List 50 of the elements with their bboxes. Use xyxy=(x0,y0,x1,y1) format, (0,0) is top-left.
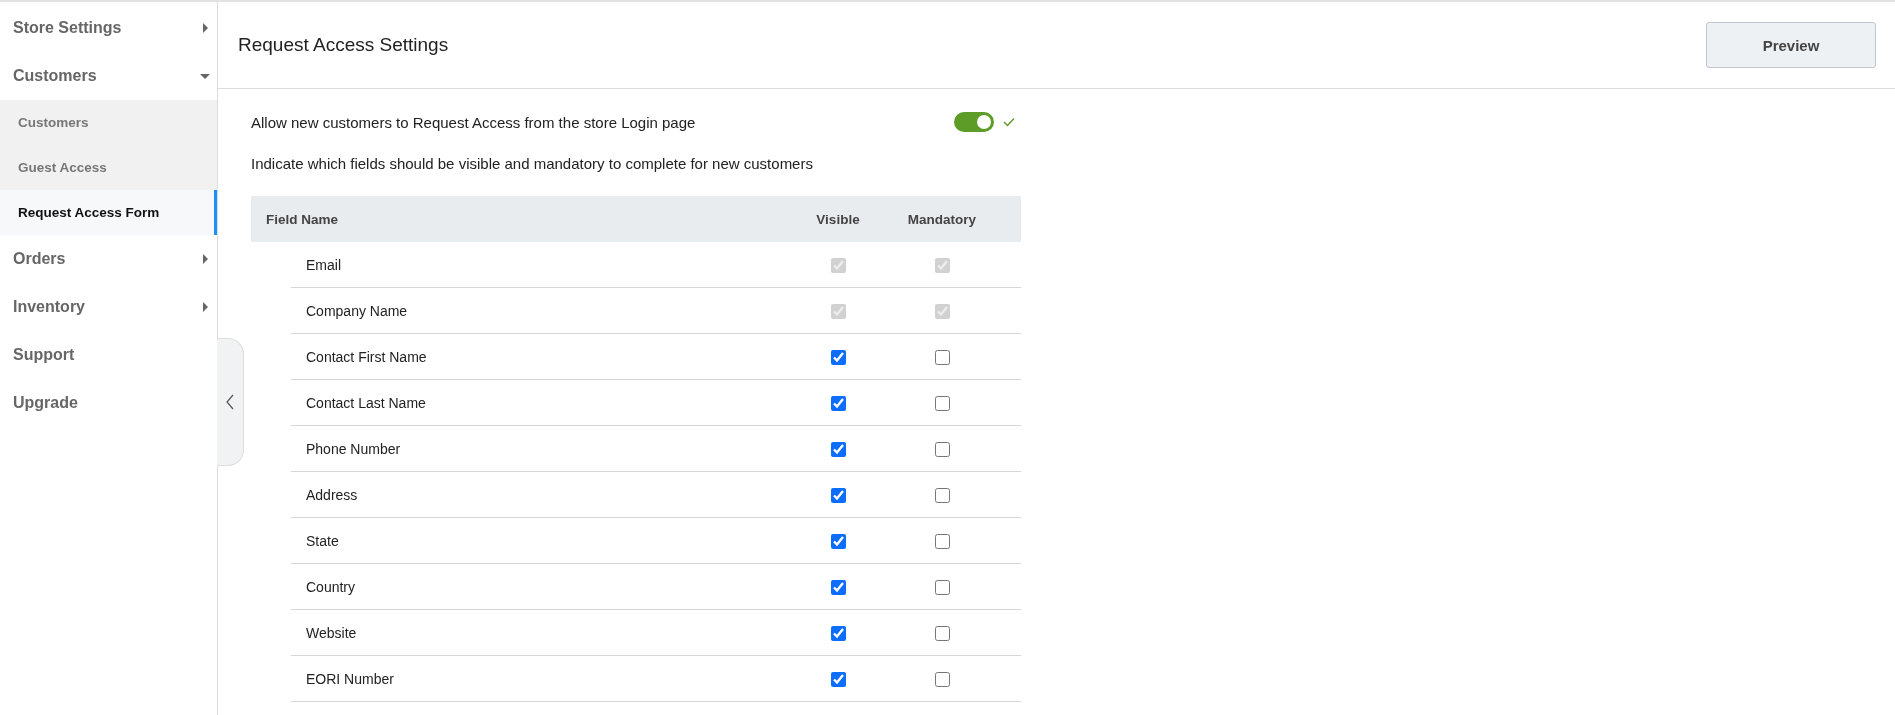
field-name: EORI Number xyxy=(305,670,395,687)
caret-icon xyxy=(200,23,210,33)
sidebar-item[interactable]: Store Settings xyxy=(0,4,217,52)
field-name: Website xyxy=(305,624,358,641)
collapse-handle[interactable] xyxy=(217,338,244,466)
sidebar-subitem[interactable]: Customers xyxy=(0,100,217,145)
field-name: Address xyxy=(305,486,359,503)
column-header: Mandatory xyxy=(906,211,978,227)
mandatory-checkbox[interactable] xyxy=(934,441,950,457)
field-name: Contact First Name xyxy=(305,348,428,365)
field-name: State xyxy=(305,532,340,549)
sidebar-subitem[interactable]: Request Access Form xyxy=(0,190,217,235)
mandatory-checkbox[interactable] xyxy=(934,625,950,641)
field-name: Email xyxy=(305,256,342,273)
field-name: Phone Number xyxy=(305,440,402,457)
visible-checkbox[interactable] xyxy=(830,579,846,595)
caret-icon xyxy=(200,71,210,81)
page-title: Request Access Settings xyxy=(238,34,449,56)
mandatory-checkbox[interactable] xyxy=(934,395,950,411)
check-icon xyxy=(1003,117,1015,127)
visible-checkbox[interactable] xyxy=(830,487,846,503)
preview-button[interactable]: Preview xyxy=(1706,22,1876,68)
sidebar-item[interactable]: Upgrade xyxy=(0,379,217,427)
mandatory-checkbox[interactable] xyxy=(934,533,950,549)
field-name: Country xyxy=(305,578,357,595)
visible-checkbox[interactable] xyxy=(830,533,846,549)
chevron-left-icon xyxy=(226,394,234,410)
visible-checkbox[interactable] xyxy=(830,349,846,365)
sidebar-item[interactable]: Customers xyxy=(0,52,217,100)
mandatory-checkbox[interactable] xyxy=(934,579,950,595)
toggle-switch[interactable] xyxy=(954,112,994,132)
visible-checkbox[interactable] xyxy=(830,441,846,457)
column-header: Visible xyxy=(815,211,861,227)
mandatory-checkbox[interactable] xyxy=(934,349,950,365)
caret-icon xyxy=(200,254,210,264)
setting-label: Allow new customers to Request Access from the store Login page xyxy=(251,113,697,131)
field-name: Contact Last Name xyxy=(305,394,427,411)
visible-checkbox[interactable] xyxy=(830,395,846,411)
column-header: Field Name xyxy=(265,211,340,227)
visible-checkbox[interactable] xyxy=(830,625,846,641)
visible-checkbox[interactable] xyxy=(830,671,846,687)
sidebar-item[interactable]: Inventory xyxy=(0,283,217,331)
sidebar-item[interactable]: Support xyxy=(0,331,217,379)
mandatory-checkbox[interactable] xyxy=(934,487,950,503)
caret-icon xyxy=(200,302,210,312)
sidebar-subitem[interactable]: Guest Access xyxy=(0,145,217,190)
instruction-text: Indicate which fields should be visible and mandatory to complete for new customers xyxy=(251,155,814,172)
mandatory-checkbox[interactable] xyxy=(934,671,950,687)
field-name: Company Name xyxy=(305,302,409,319)
sidebar-item[interactable]: Orders xyxy=(0,235,217,283)
